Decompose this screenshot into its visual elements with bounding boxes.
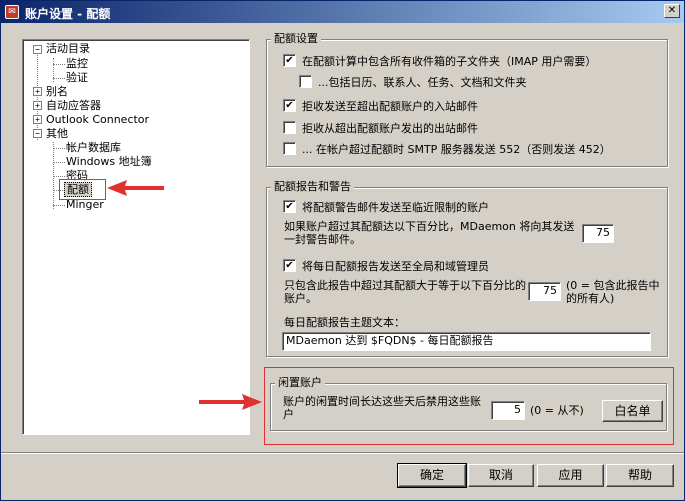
tree-item-outlook-connector[interactable]: Outlook Connector xyxy=(46,113,149,127)
window-title: 账户设置 - 配额 xyxy=(25,7,111,21)
tree-item-other[interactable]: 其他 xyxy=(46,127,68,141)
quota-settings-title: 配额设置 xyxy=(271,33,321,45)
daily-report-threshold-input[interactable]: 75 xyxy=(528,282,561,301)
daily-report-checkbox[interactable]: ✔ xyxy=(283,259,296,272)
include-calendar-label: ...包括日历、联系人、任务、文档和文件夹 xyxy=(318,76,527,89)
close-button[interactable]: ✕ xyxy=(664,4,680,18)
tree-item-activedirectory[interactable]: 活动目录 xyxy=(46,42,90,56)
include-subfolders-label: 在配额计算中包含所有收件箱的子文件夹（IMAP 用户需要） xyxy=(302,55,597,68)
tree-item-label: Outlook Connector xyxy=(46,113,150,126)
warning-threshold-input[interactable]: 75 xyxy=(582,224,614,243)
send-warning-label: 将配额警告邮件发送至临近限制的账户 xyxy=(302,201,489,214)
tree-item-auth[interactable]: 验证 xyxy=(66,71,88,85)
tree-expander-outlook[interactable]: + xyxy=(33,115,42,124)
tree-expander-activedirectory[interactable]: − xyxy=(33,45,42,54)
tree-item-label: 活动目录 xyxy=(46,42,90,55)
daily-report-label: 将每日配额报告发送至全局和域管理员 xyxy=(302,260,489,273)
tree-item-label: Windows 地址簿 xyxy=(66,155,152,168)
refuse-outbound-label: 拒收从超出配额账户发出的出站邮件 xyxy=(302,122,478,135)
refuse-inbound-label: 拒收发送至超出配额账户的入站邮件 xyxy=(302,100,478,113)
footer-separator xyxy=(1,452,684,454)
tree-item-label: 别名 xyxy=(46,85,68,98)
annotation-highlight-box xyxy=(264,367,674,445)
tree-item-label: 其他 xyxy=(46,127,68,140)
title-bar: ✉ 账户设置 - 配额 ✕ xyxy=(1,1,684,23)
tree-item-alias[interactable]: 别名 xyxy=(46,85,68,99)
smtp-552-checkbox[interactable] xyxy=(283,142,296,155)
annotation-arrow-icon xyxy=(199,394,262,410)
tree-expander-alias[interactable]: + xyxy=(33,87,42,96)
cancel-button[interactable]: 取消 xyxy=(468,464,534,487)
report-subject-label: 每日配额报告主题文本： xyxy=(284,316,405,329)
tree-item-windows-addressbook[interactable]: Windows 地址簿 xyxy=(66,155,152,169)
annotation-arrow-icon xyxy=(107,180,164,196)
tree-item-label: 监控 xyxy=(66,57,88,70)
tree-item-label: 验证 xyxy=(66,71,88,84)
tree-item-autoresponder[interactable]: 自动应答器 xyxy=(46,99,101,113)
smtp-552-label: ... 在帐户超过配额时 SMTP 服务器发送 552（否则发送 452） xyxy=(302,143,611,156)
ok-button[interactable]: 确定 xyxy=(397,463,467,488)
send-warning-checkbox[interactable]: ✔ xyxy=(283,200,296,213)
refuse-inbound-checkbox[interactable]: ✔ xyxy=(283,99,296,112)
tree-item-minger[interactable]: Minger xyxy=(66,198,104,212)
tree-expander-autoresponder[interactable]: + xyxy=(33,101,42,110)
include-subfolders-checkbox[interactable]: ✔ xyxy=(283,54,296,67)
daily-report-description: 只包含此报告中超过其配额大于等于以下百分比的账户。 xyxy=(284,279,526,305)
include-calendar-checkbox[interactable] xyxy=(299,75,312,88)
tree-item-label: 帐户数据库 xyxy=(66,141,121,154)
app-icon: ✉ xyxy=(5,5,19,19)
settings-tree: − 活动目录 监控 验证 + 别名 + 自动应答器 + Outlook Conn… xyxy=(22,39,250,435)
refuse-outbound-checkbox[interactable] xyxy=(283,121,296,134)
quota-reports-title: 配额报告和警告 xyxy=(271,181,354,193)
daily-report-hint: (0 = 包含此报告中的所有人) xyxy=(566,279,660,305)
annotation-highlight-box xyxy=(59,179,106,200)
warning-threshold-description: 如果账户超过其配额达以下百分比，MDaemon 将向其发送一封警告邮件。 xyxy=(284,220,575,246)
tree-item-monitor[interactable]: 监控 xyxy=(66,57,88,71)
report-subject-input[interactable]: MDaemon 达到 $FQDN$ - 每日配额报告 xyxy=(282,332,651,351)
help-button[interactable]: 帮助 xyxy=(606,464,674,487)
account-settings-window: ✉ 账户设置 - 配额 ✕ − 活动目录 监控 验证 + 别名 + 自动应答器 … xyxy=(0,0,685,501)
tree-expander-other[interactable]: − xyxy=(33,129,42,138)
tree-item-label: 自动应答器 xyxy=(46,99,101,112)
tree-item-account-db[interactable]: 帐户数据库 xyxy=(66,141,121,155)
apply-button[interactable]: 应用 xyxy=(537,464,604,487)
